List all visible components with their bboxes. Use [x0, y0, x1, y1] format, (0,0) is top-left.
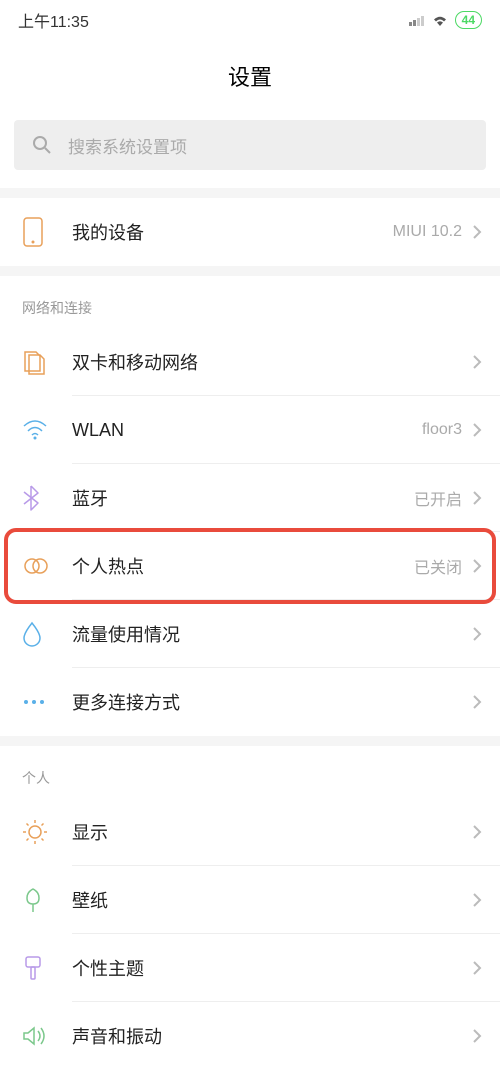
row-label: 个人热点 [72, 553, 414, 579]
row-label: 壁纸 [72, 887, 472, 913]
hotspot-icon [22, 557, 50, 575]
section-header-personal: 个人 [0, 746, 500, 798]
status-time: 上午11:35 [18, 8, 89, 32]
page-header: 设置 [0, 40, 500, 120]
row-label: 声音和振动 [72, 1023, 472, 1049]
row-value: 已开启 [414, 486, 462, 510]
row-hotspot[interactable]: 个人热点 已关闭 [0, 532, 500, 600]
chevron-right-icon [472, 626, 482, 642]
row-label: 更多连接方式 [72, 689, 472, 715]
chevron-right-icon [472, 558, 482, 574]
phone-icon [22, 217, 44, 247]
row-label: 双卡和移动网络 [72, 349, 472, 375]
row-my-device[interactable]: 我的设备 MIUI 10.2 [0, 198, 500, 266]
row-label: WLAN [72, 420, 422, 441]
row-more-connections[interactable]: 更多连接方式 [0, 668, 500, 736]
row-bluetooth[interactable]: 蓝牙 已开启 [0, 464, 500, 532]
row-sound[interactable]: 声音和振动 [0, 1002, 500, 1070]
search-icon [32, 135, 52, 155]
chevron-right-icon [472, 1028, 482, 1044]
row-label: 显示 [72, 819, 472, 845]
search-input[interactable]: 搜索系统设置项 [14, 120, 486, 170]
row-value: 已关闭 [414, 554, 462, 578]
row-label: 我的设备 [72, 219, 393, 245]
sun-icon [22, 819, 48, 845]
section-header-network: 网络和连接 [0, 276, 500, 328]
chevron-right-icon [472, 960, 482, 976]
wifi-icon [22, 420, 48, 440]
row-label: 蓝牙 [72, 485, 414, 511]
speaker-icon [22, 1025, 46, 1047]
chevron-right-icon [472, 354, 482, 370]
more-icon [22, 698, 46, 706]
chevron-right-icon [472, 824, 482, 840]
row-theme[interactable]: 个性主题 [0, 934, 500, 1002]
droplet-icon [22, 621, 42, 647]
chevron-right-icon [472, 422, 482, 438]
chevron-right-icon [472, 490, 482, 506]
row-value: floor3 [422, 421, 462, 439]
row-sim[interactable]: 双卡和移动网络 [0, 328, 500, 396]
row-display[interactable]: 显示 [0, 798, 500, 866]
battery-percent: 44 [462, 13, 475, 27]
search-wrap: 搜索系统设置项 [0, 120, 500, 188]
flower-icon [22, 887, 44, 913]
signal-icon [409, 14, 425, 26]
chevron-right-icon [472, 224, 482, 240]
page-title: 设置 [0, 60, 500, 92]
wifi-icon [431, 13, 449, 27]
chevron-right-icon [472, 694, 482, 710]
row-wlan[interactable]: WLAN floor3 [0, 396, 500, 464]
row-data-usage[interactable]: 流量使用情况 [0, 600, 500, 668]
chevron-right-icon [472, 892, 482, 908]
sim-icon [22, 349, 46, 375]
battery-icon: 44 [455, 11, 482, 29]
search-placeholder: 搜索系统设置项 [68, 133, 187, 158]
status-bar: 上午11:35 44 [0, 0, 500, 40]
row-label: 个性主题 [72, 955, 472, 981]
row-value: MIUI 10.2 [393, 223, 462, 241]
bluetooth-icon [22, 485, 40, 511]
brush-icon [22, 955, 44, 981]
row-label: 流量使用情况 [72, 621, 472, 647]
row-wallpaper[interactable]: 壁纸 [0, 866, 500, 934]
status-icons: 44 [409, 11, 482, 29]
